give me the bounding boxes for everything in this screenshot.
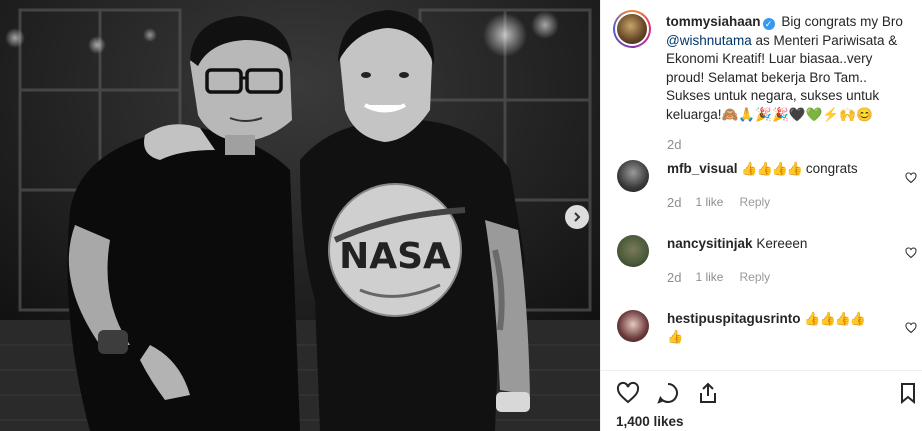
caption-mention[interactable]: @wishnutama — [666, 33, 752, 48]
commenter-avatar[interactable] — [617, 235, 649, 267]
comment-emojis: 👍 — [667, 329, 683, 344]
comment-likes[interactable]: 1 like — [695, 270, 723, 285]
share-icon[interactable] — [696, 381, 720, 405]
comment-emojis: 👍👍👍👍 — [741, 161, 803, 176]
comment-body: nancysitinjak Kereeen — [667, 235, 887, 253]
heart-icon[interactable] — [905, 172, 917, 184]
caption-text: tommysiahaan ✓ Big congrats my Bro @wishn… — [666, 13, 913, 124]
comment-time[interactable]: 2d — [667, 195, 681, 210]
comment-username[interactable]: mfb_visual — [667, 161, 738, 176]
shirt-text: NASA — [339, 236, 451, 277]
author-avatar[interactable] — [613, 10, 651, 48]
post-side-panel: tommysiahaan ✓ Big congrats my Bro @wishn… — [600, 0, 922, 431]
comment-body: mfb_visual 👍👍👍👍 congrats — [667, 160, 887, 178]
commenter-avatar[interactable] — [617, 310, 649, 342]
comment-text: congrats — [805, 161, 858, 176]
caption-emojis: 🙈🙏🎉🎉🖤💚⚡🙌😊 — [721, 106, 873, 122]
comment-icon[interactable] — [656, 381, 680, 405]
comment-text: Kereeen — [756, 236, 808, 251]
bookmark-icon[interactable] — [896, 381, 920, 405]
next-photo-button[interactable] — [565, 205, 589, 229]
comment-time[interactable]: 2d — [667, 270, 681, 285]
heart-icon[interactable] — [905, 322, 917, 334]
comment-likes[interactable]: 1 like — [695, 195, 723, 210]
verified-badge-icon: ✓ — [762, 18, 775, 30]
comment-username[interactable]: hestipuspitagusrinto — [667, 311, 801, 326]
photo-image: NASA — [0, 0, 600, 431]
post-actions: 1,400 likes — [600, 370, 922, 431]
heart-icon[interactable] — [616, 381, 640, 405]
chevron-right-icon — [574, 212, 581, 222]
author-username[interactable]: tommysiahaan — [666, 14, 761, 29]
reply-button[interactable]: Reply — [739, 195, 770, 210]
comment-meta: 2d 1 like Reply — [667, 270, 770, 285]
caption-timestamp[interactable]: 2d — [667, 137, 681, 152]
post-caption: tommysiahaan ✓ Big congrats my Bro @wishn… — [613, 10, 913, 124]
caption-pre: Big congrats my Bro — [781, 14, 903, 29]
reply-button[interactable]: Reply — [739, 270, 770, 285]
likes-count[interactable]: 1,400 likes — [616, 414, 684, 429]
comment-emojis: 👍👍👍👍 — [804, 311, 866, 326]
post-photo[interactable]: NASA — [0, 0, 600, 431]
comment-meta: 2d 1 like Reply — [667, 195, 770, 210]
comment-username[interactable]: nancysitinjak — [667, 236, 753, 251]
comment-body: hestipuspitagusrinto 👍👍👍👍 👍 — [667, 310, 887, 346]
heart-icon[interactable] — [905, 247, 917, 259]
commenter-avatar[interactable] — [617, 160, 649, 192]
